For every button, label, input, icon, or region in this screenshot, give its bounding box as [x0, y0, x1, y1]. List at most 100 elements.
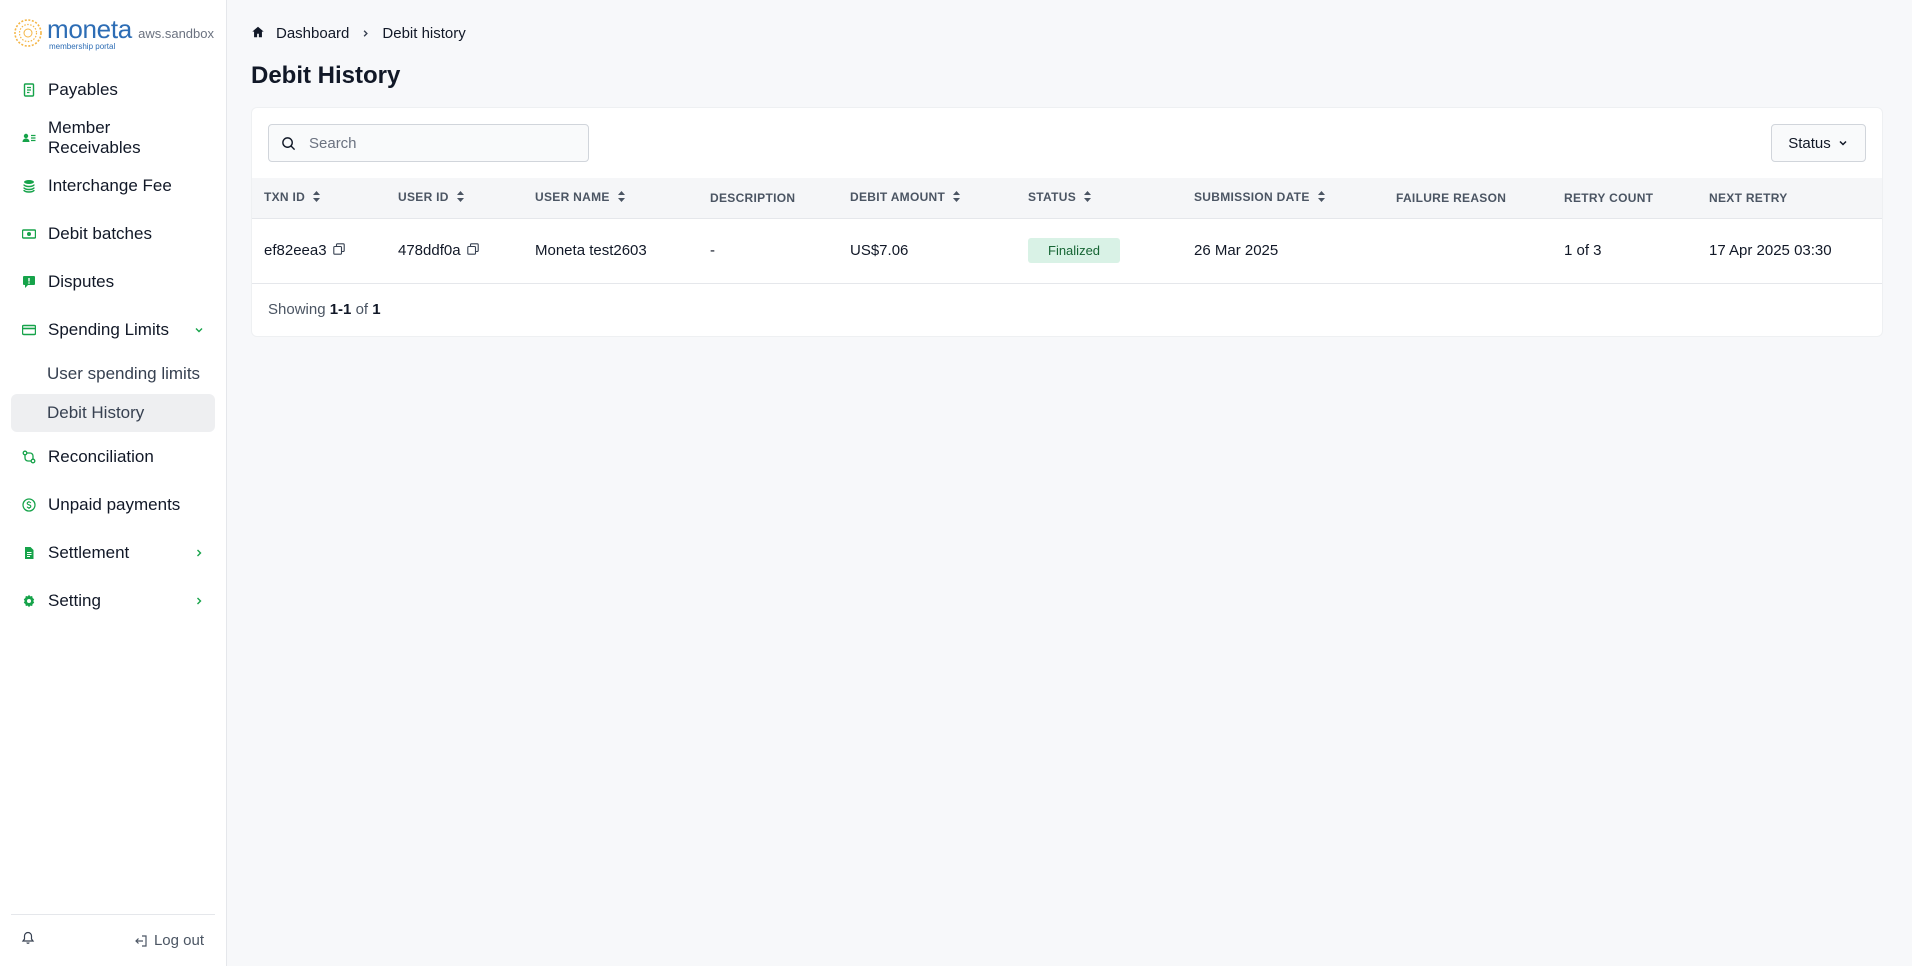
search-icon: [282, 136, 296, 150]
sidebar-item-spending-limits[interactable]: Spending Limits: [11, 306, 215, 354]
home-icon[interactable]: [251, 25, 267, 41]
app: moneta membership portal aws.sandbox Pay…: [0, 0, 1912, 966]
sidebar-subitem-user-spending-limits[interactable]: User spending limits: [11, 355, 215, 393]
sort-icon[interactable]: [953, 191, 961, 205]
breadcrumb-dashboard-link[interactable]: Dashboard: [276, 25, 349, 42]
logo-name: moneta: [47, 13, 132, 44]
sidebar-item-interchange-fee[interactable]: Interchange Fee: [11, 162, 215, 210]
sidebar-item-settlement[interactable]: Settlement: [11, 529, 215, 577]
sidebar-item-label: Member Receivables: [48, 118, 141, 157]
logout-button[interactable]: Log out: [134, 932, 204, 949]
sidebar-item-label: Disputes: [48, 272, 115, 291]
logout-icon: [135, 934, 147, 947]
brand: moneta membership portal aws.sandbox: [0, 0, 226, 66]
column-header-user-name[interactable]: USER NAME: [523, 178, 698, 218]
sidebar-item-unpaid-payments[interactable]: Unpaid payments: [11, 481, 215, 529]
column-header-retry-count: RETRY COUNT: [1552, 178, 1697, 218]
copy-icon[interactable]: [332, 242, 345, 259]
sidebar-item-reconciliation[interactable]: Reconciliation: [11, 433, 215, 481]
column-label: TXN ID: [264, 190, 306, 205]
chevron-right-icon: [193, 595, 205, 607]
chevron-down-icon: [193, 324, 205, 336]
sidebar-item-setting[interactable]: Setting: [11, 577, 215, 625]
cell-user-id: 478ddf0a: [386, 218, 523, 283]
sidebar-item-debit-batches[interactable]: Debit batches: [11, 210, 215, 258]
banknote-icon: [21, 226, 37, 242]
pagination-total: 1: [372, 301, 381, 318]
column-header-debit-amount[interactable]: DEBIT AMOUNT: [838, 178, 1016, 218]
sidebar-item-label: Payables: [48, 80, 118, 99]
table-header-row: TXN ID USER ID USER NAME DESCRIPTION DEB…: [252, 178, 1882, 218]
column-label: DEBIT AMOUNT: [850, 190, 946, 205]
cell-user-name: Moneta test2603: [535, 242, 647, 259]
column-label: STATUS: [1028, 190, 1077, 205]
member-list-icon: [21, 130, 37, 146]
breadcrumb-current: Debit history: [382, 24, 466, 42]
gear-icon: [21, 593, 37, 609]
sidebar-item-disputes[interactable]: Disputes: [11, 258, 215, 306]
column-header-status[interactable]: STATUS: [1016, 178, 1182, 218]
table-row[interactable]: ef82eea3 478ddf0a Moneta test2603 - US$7…: [252, 218, 1882, 283]
dollar-circle-icon: [21, 497, 37, 513]
breadcrumb: Dashboard Debit history: [251, 0, 1887, 66]
logo-subtitle: membership portal: [49, 41, 116, 51]
column-header-failure-reason: FAILURE REASON: [1384, 178, 1552, 218]
column-header-txn-id[interactable]: TXN ID: [252, 178, 386, 218]
sort-icon[interactable]: [313, 191, 321, 205]
sort-icon[interactable]: [1317, 191, 1325, 205]
cell-txn-id: ef82eea3: [252, 218, 386, 283]
cell-failure-reason: [1384, 218, 1552, 283]
column-header-next-retry: NEXT RETRY: [1697, 178, 1882, 218]
logo-text: moneta membership portal: [47, 16, 132, 51]
cell-description: -: [710, 242, 715, 259]
sidebar-item-label: Settlement: [48, 543, 130, 562]
column-header-user-id[interactable]: USER ID: [386, 178, 523, 218]
sidebar-item-payables[interactable]: Payables: [11, 66, 215, 114]
cell-debit-amount: US$7.06: [850, 242, 909, 259]
sidebar-item-label: Reconciliation: [48, 447, 154, 466]
sidebar: moneta membership portal aws.sandbox Pay…: [0, 0, 227, 966]
document-icon: [21, 545, 37, 561]
cell-submission-date: 26 Mar 2025: [1194, 242, 1279, 259]
bell-icon[interactable]: [21, 931, 35, 950]
cell-status: Finalized: [1016, 218, 1182, 283]
environment-label: aws.sandbox: [138, 25, 214, 41]
copy-icon[interactable]: [466, 242, 479, 259]
column-header-submission-date[interactable]: SUBMISSION DATE: [1182, 178, 1384, 218]
sidebar-subitem-label: User spending limits: [47, 364, 201, 383]
sidebar-item-label: Debit batches: [48, 224, 152, 243]
coin-stack-icon: [21, 178, 37, 194]
txn-id-value: ef82eea3: [264, 241, 327, 259]
column-label: FAILURE REASON: [1396, 190, 1507, 205]
main-content: Dashboard Debit history Debit History St…: [227, 0, 1912, 966]
sidebar-item-label: Spending Limits: [48, 320, 169, 339]
sidebar-subitem-label: Debit History: [47, 403, 145, 422]
chevron-right-icon: [360, 28, 371, 39]
search-box: [268, 124, 589, 162]
chevron-down-icon: [1839, 140, 1847, 146]
column-label: NEXT RETRY: [1709, 190, 1788, 205]
column-label: USER ID: [398, 190, 449, 205]
column-label: SUBMISSION DATE: [1194, 190, 1310, 205]
column-label: DESCRIPTION: [710, 190, 796, 205]
sidebar-item-label: Setting: [48, 591, 101, 610]
debit-history-table: TXN ID USER ID USER NAME DESCRIPTION DEB…: [252, 178, 1882, 284]
status-badge: Finalized: [1028, 238, 1121, 263]
sidebar-item-label: Unpaid payments: [48, 495, 181, 514]
logout-label: Log out: [153, 932, 204, 949]
sort-icon[interactable]: [617, 191, 625, 205]
chevron-right-icon: [193, 547, 205, 559]
moneta-logo-icon[interactable]: [13, 18, 43, 48]
column-label: USER NAME: [535, 190, 610, 205]
sort-icon[interactable]: [1084, 191, 1092, 205]
reconcile-icon: [21, 449, 37, 465]
sidebar-item-member-receivables[interactable]: Member Receivables: [11, 114, 215, 162]
user-id-value: 478ddf0a: [398, 241, 461, 259]
sidebar-footer: Log out: [11, 914, 215, 966]
status-filter-label: Status: [1788, 134, 1831, 152]
search-input[interactable]: [309, 134, 576, 152]
cell-next-retry: 17 Apr 2025 03:30: [1709, 242, 1832, 259]
sort-icon[interactable]: [456, 191, 464, 205]
sidebar-subitem-debit-history[interactable]: Debit History: [11, 394, 215, 432]
status-filter-button[interactable]: Status: [1771, 124, 1866, 162]
